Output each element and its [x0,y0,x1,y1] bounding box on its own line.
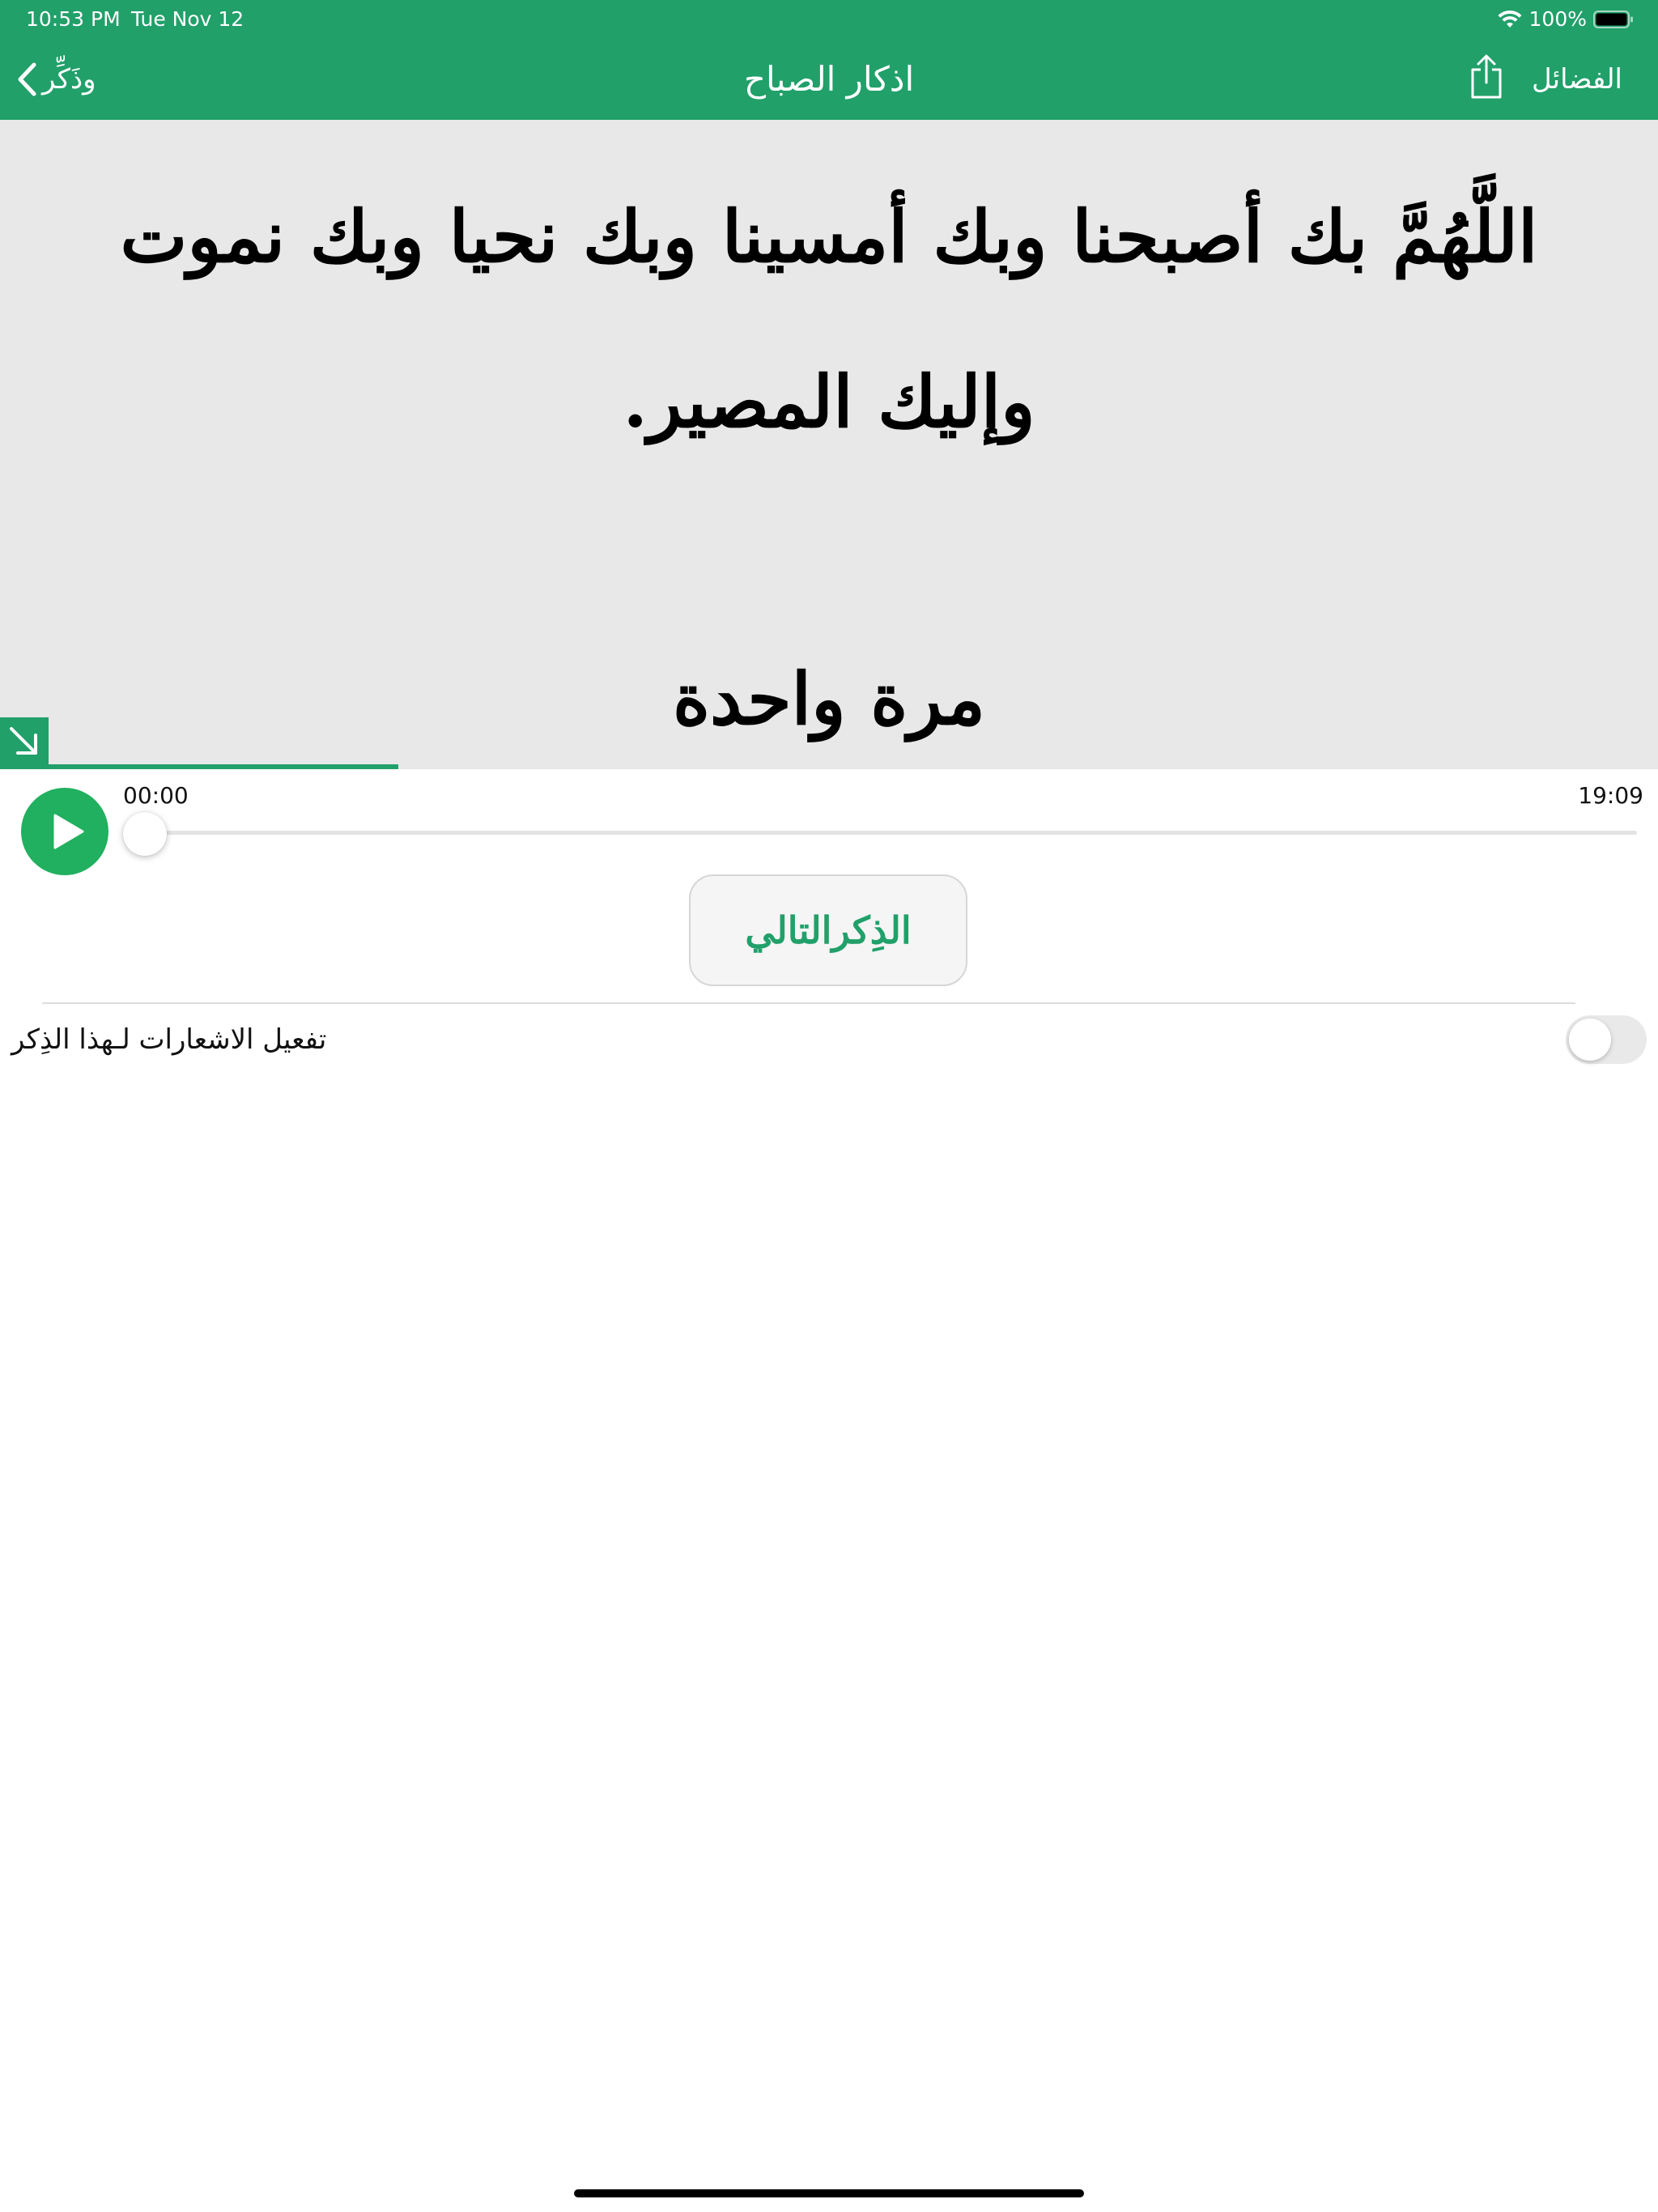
arrow-down-right-icon [10,727,37,755]
status-indicators: 100% [1497,6,1634,32]
share-button[interactable] [1467,53,1509,102]
dhikr-panel: اللَّهُمَّ بك أصبحنا وبك أمسينا وبك نحيا… [0,120,1658,769]
top-bar: 10:53 PM Tue Nov 12 100% وذَكِّر اذكار ا… [0,0,1658,120]
share-icon [1471,54,1502,99]
notifications-toggle[interactable] [1566,1015,1647,1064]
dhikr-progress-bar [0,764,1658,769]
next-dhikr-button[interactable]: الذِكرالتالي [689,874,967,986]
battery-percent: 100% [1528,7,1587,31]
notifications-label: تفعيل الاشعارات لـهذا الذِكر [11,1023,327,1056]
battery-icon [1593,11,1633,28]
page-title: اذكار الصباح [743,59,915,99]
toggle-knob [1569,1019,1611,1061]
play-button[interactable] [21,788,108,875]
virtues-button[interactable]: الفضائل [1532,57,1622,102]
dhikr-progress-fill [0,764,398,769]
screen: 10:53 PM Tue Nov 12 100% وذَكِّر اذكار ا… [0,0,1658,2212]
dhikr-repeat-count: مرة واحدة [672,657,986,741]
audio-slider-track [123,831,1637,835]
wifi-icon [1498,10,1522,28]
expand-button[interactable] [0,717,49,766]
dhikr-text: اللَّهُمَّ بك أصبحنا وبك أمسينا وبك نحيا… [120,194,1538,444]
play-icon [53,814,84,849]
audio-seek-slider[interactable] [123,812,1637,856]
next-dhikr-label: الذِكرالتالي [745,908,912,952]
current-time: 00:00 [123,782,189,809]
total-time: 19:09 [1578,782,1643,809]
status-time: 10:53 PM [26,7,121,31]
divider [42,1002,1575,1004]
home-indicator[interactable] [574,2189,1084,2197]
status-date: Tue Nov 12 [131,7,244,31]
audio-slider-thumb[interactable] [123,812,167,856]
